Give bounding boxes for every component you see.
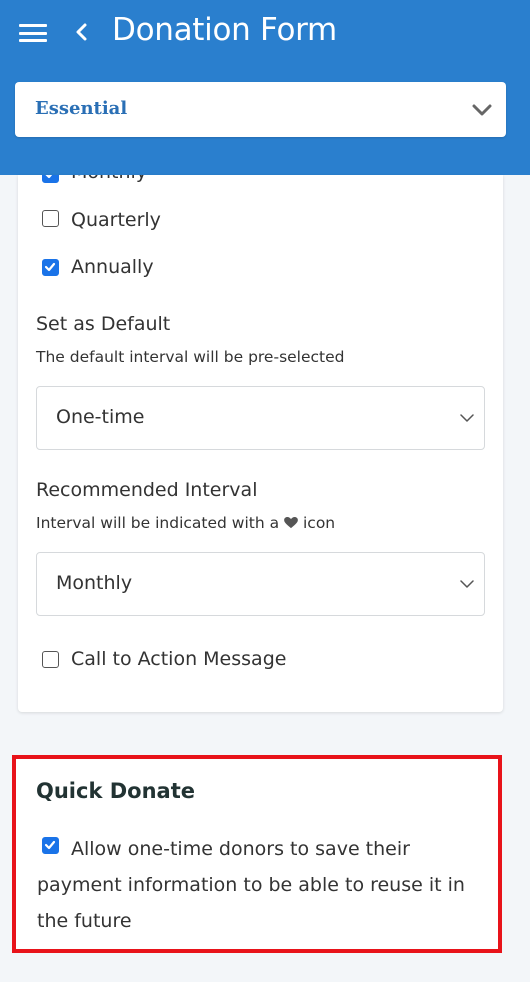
plan-select[interactable]: Essential: [15, 82, 506, 137]
call-to-action-checkbox[interactable]: [42, 651, 59, 668]
chevron-left-icon[interactable]: [72, 20, 92, 44]
default-interval-helper: The default interval will be pre-selecte…: [36, 348, 345, 366]
quarterly-label: Quarterly: [71, 209, 161, 231]
chevron-down-icon: [460, 580, 474, 588]
call-to-action-label: Call to Action Message: [71, 648, 287, 670]
recommended-interval-value: Monthly: [56, 572, 133, 594]
annually-label: Annually: [71, 256, 154, 278]
heart-icon: [284, 517, 298, 529]
default-interval-label: Set as Default: [36, 313, 171, 335]
quick-donate-title: Quick Donate: [36, 779, 195, 803]
quarterly-checkbox[interactable]: [42, 210, 59, 227]
recommended-interval-label: Recommended Interval: [36, 479, 258, 501]
page-title: Donation Form: [112, 12, 337, 48]
interval-settings-card: Monthly Quarterly Annually Set as Defaul…: [18, 175, 503, 712]
chevron-down-icon: [460, 414, 474, 422]
default-interval-select[interactable]: One-time: [36, 386, 485, 450]
default-interval-value: One-time: [56, 406, 145, 428]
recommended-interval-select[interactable]: Monthly: [36, 552, 485, 616]
quick-donate-section: Quick Donate Allow one-time donors to sa…: [12, 755, 502, 953]
monthly-checkbox[interactable]: [42, 175, 59, 183]
quick-donate-label: Allow one-time donors to save their paym…: [37, 838, 465, 932]
chevron-down-icon: [472, 104, 492, 116]
hamburger-menu-icon[interactable]: [19, 24, 47, 42]
header-bar: Donation Form Essential: [0, 0, 530, 175]
plan-select-value: Essential: [35, 98, 128, 119]
annually-checkbox[interactable]: [42, 259, 59, 276]
monthly-label: Monthly: [71, 175, 147, 183]
recommended-interval-helper: Interval will be indicated with a icon: [36, 514, 336, 532]
